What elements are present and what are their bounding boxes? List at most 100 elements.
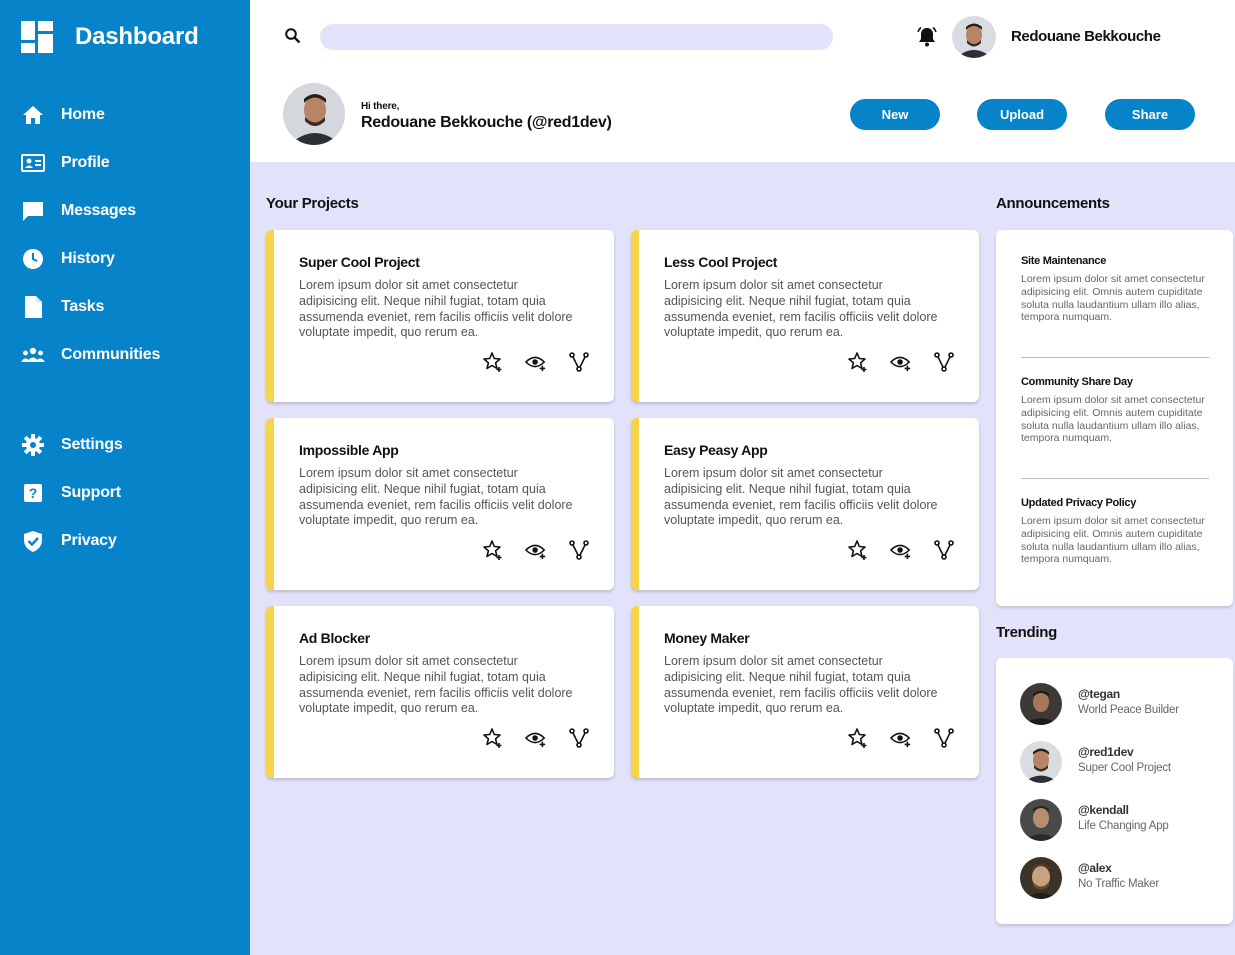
user-name[interactable]: Redouane Bekkouche: [1011, 28, 1161, 45]
fork-icon[interactable]: [933, 539, 955, 561]
avatar: [1020, 857, 1062, 899]
divider: [1021, 357, 1209, 358]
announcement-item[interactable]: Updated Privacy Policy Lorem ipsum dolor…: [1021, 497, 1209, 566]
sidebar-item-privacy[interactable]: Privacy: [21, 529, 117, 553]
svg-text:?: ?: [29, 485, 38, 501]
trending-handle: @tegan: [1078, 687, 1120, 701]
people-icon: [21, 343, 45, 367]
document-icon: [21, 295, 45, 319]
watch-add-icon[interactable]: [525, 351, 547, 373]
profile-avatar: [283, 83, 345, 145]
project-description: Lorem ipsum dolor sit amet consectetur a…: [299, 466, 573, 528]
star-add-icon[interactable]: [482, 539, 504, 561]
star-add-icon[interactable]: [482, 351, 504, 373]
watch-add-icon[interactable]: [525, 727, 547, 749]
search-input[interactable]: [320, 24, 833, 50]
avatar: [1020, 741, 1062, 783]
brand[interactable]: Dashboard: [21, 21, 199, 53]
profile-card-icon: [21, 151, 45, 175]
project-description: Lorem ipsum dolor sit amet consectetur a…: [299, 654, 573, 716]
trending-item[interactable]: @tegan World Peace Builder: [1020, 683, 1220, 727]
trending-item[interactable]: @red1dev Super Cool Project: [1020, 741, 1220, 785]
watch-add-icon[interactable]: [890, 351, 912, 373]
avatar[interactable]: [952, 16, 996, 58]
announcement-title: Community Share Day: [1021, 376, 1133, 388]
trending-project: Life Changing App: [1078, 820, 1169, 832]
sidebar-item-profile[interactable]: Profile: [21, 151, 110, 175]
project-actions: [482, 539, 611, 561]
project-card[interactable]: Easy Peasy App Lorem ipsum dolor sit ame…: [631, 418, 979, 590]
star-add-icon[interactable]: [482, 727, 504, 749]
sidebar-item-label: Profile: [61, 154, 110, 171]
project-description: Lorem ipsum dolor sit amet consectetur a…: [299, 278, 573, 340]
star-add-icon[interactable]: [847, 727, 869, 749]
announcement-text: Lorem ipsum dolor sit amet consectetur a…: [1021, 394, 1205, 445]
sidebar-item-settings[interactable]: Settings: [21, 433, 123, 457]
trending-project: No Traffic Maker: [1078, 878, 1159, 890]
projects-title: Your Projects: [266, 195, 359, 212]
upload-button[interactable]: Upload: [977, 99, 1067, 130]
announcement-item[interactable]: Community Share Day Lorem ipsum dolor si…: [1021, 376, 1209, 445]
project-actions: [847, 351, 976, 373]
sidebar-item-messages[interactable]: Messages: [21, 199, 136, 223]
project-title: Money Maker: [664, 630, 750, 646]
sidebar-item-history[interactable]: History: [21, 247, 115, 271]
project-actions: [482, 727, 611, 749]
home-icon: [21, 103, 45, 127]
announcements-title: Announcements: [996, 195, 1110, 212]
shield-check-icon: [21, 529, 45, 553]
search-icon[interactable]: [284, 27, 302, 45]
fork-icon[interactable]: [568, 539, 590, 561]
sidebar-item-tasks[interactable]: Tasks: [21, 295, 104, 319]
project-title: Less Cool Project: [664, 254, 778, 270]
trending-item[interactable]: @kendall Life Changing App: [1020, 799, 1220, 843]
avatar: [1020, 799, 1062, 841]
greeting-text: Hi there,: [361, 101, 400, 112]
sidebar-item-label: Settings: [61, 436, 123, 453]
project-title: Ad Blocker: [299, 630, 370, 646]
divider: [1021, 478, 1209, 479]
gear-icon: [21, 433, 45, 457]
message-icon: [21, 199, 45, 223]
project-card[interactable]: Less Cool Project Lorem ipsum dolor sit …: [631, 230, 979, 402]
sidebar-item-label: Communities: [61, 346, 161, 363]
sidebar-item-label: Messages: [61, 202, 136, 219]
watch-add-icon[interactable]: [890, 539, 912, 561]
sidebar-item-home[interactable]: Home: [21, 103, 105, 127]
star-add-icon[interactable]: [847, 539, 869, 561]
project-actions: [482, 351, 611, 373]
project-card[interactable]: Super Cool Project Lorem ipsum dolor sit…: [266, 230, 614, 402]
project-card[interactable]: Ad Blocker Lorem ipsum dolor sit amet co…: [266, 606, 614, 778]
announcement-title: Updated Privacy Policy: [1021, 497, 1137, 509]
avatar: [1020, 683, 1062, 725]
project-card[interactable]: Money Maker Lorem ipsum dolor sit amet c…: [631, 606, 979, 778]
trending-project: World Peace Builder: [1078, 704, 1179, 716]
user-handle: Redouane Bekkouche (@red1dev): [361, 114, 612, 131]
share-button[interactable]: Share: [1105, 99, 1195, 130]
trending-project: Super Cool Project: [1078, 762, 1171, 774]
fork-icon[interactable]: [933, 351, 955, 373]
sidebar-item-label: Privacy: [61, 532, 117, 549]
fork-icon[interactable]: [568, 727, 590, 749]
project-description: Lorem ipsum dolor sit amet consectetur a…: [664, 278, 938, 340]
sidebar-item-support[interactable]: ? Support: [21, 481, 121, 505]
sidebar-item-label: Support: [61, 484, 121, 501]
trending-item[interactable]: @alex No Traffic Maker: [1020, 857, 1220, 901]
project-card[interactable]: Impossible App Lorem ipsum dolor sit ame…: [266, 418, 614, 590]
trending-handle: @alex: [1078, 861, 1112, 875]
announcement-item[interactable]: Site Maintenance Lorem ipsum dolor sit a…: [1021, 255, 1209, 324]
fork-icon[interactable]: [933, 727, 955, 749]
fork-icon[interactable]: [568, 351, 590, 373]
trending-handle: @red1dev: [1078, 745, 1134, 759]
sidebar-item-communities[interactable]: Communities: [21, 343, 160, 367]
trending-handle: @kendall: [1078, 803, 1129, 817]
notification-bell-icon[interactable]: [916, 26, 938, 48]
watch-add-icon[interactable]: [525, 539, 547, 561]
project-title: Super Cool Project: [299, 254, 420, 270]
sidebar: Dashboard Home Profile Messages History …: [0, 0, 250, 955]
trending-title: Trending: [996, 624, 1057, 641]
project-title: Easy Peasy App: [664, 442, 768, 458]
watch-add-icon[interactable]: [890, 727, 912, 749]
star-add-icon[interactable]: [847, 351, 869, 373]
new-button[interactable]: New: [850, 99, 940, 130]
